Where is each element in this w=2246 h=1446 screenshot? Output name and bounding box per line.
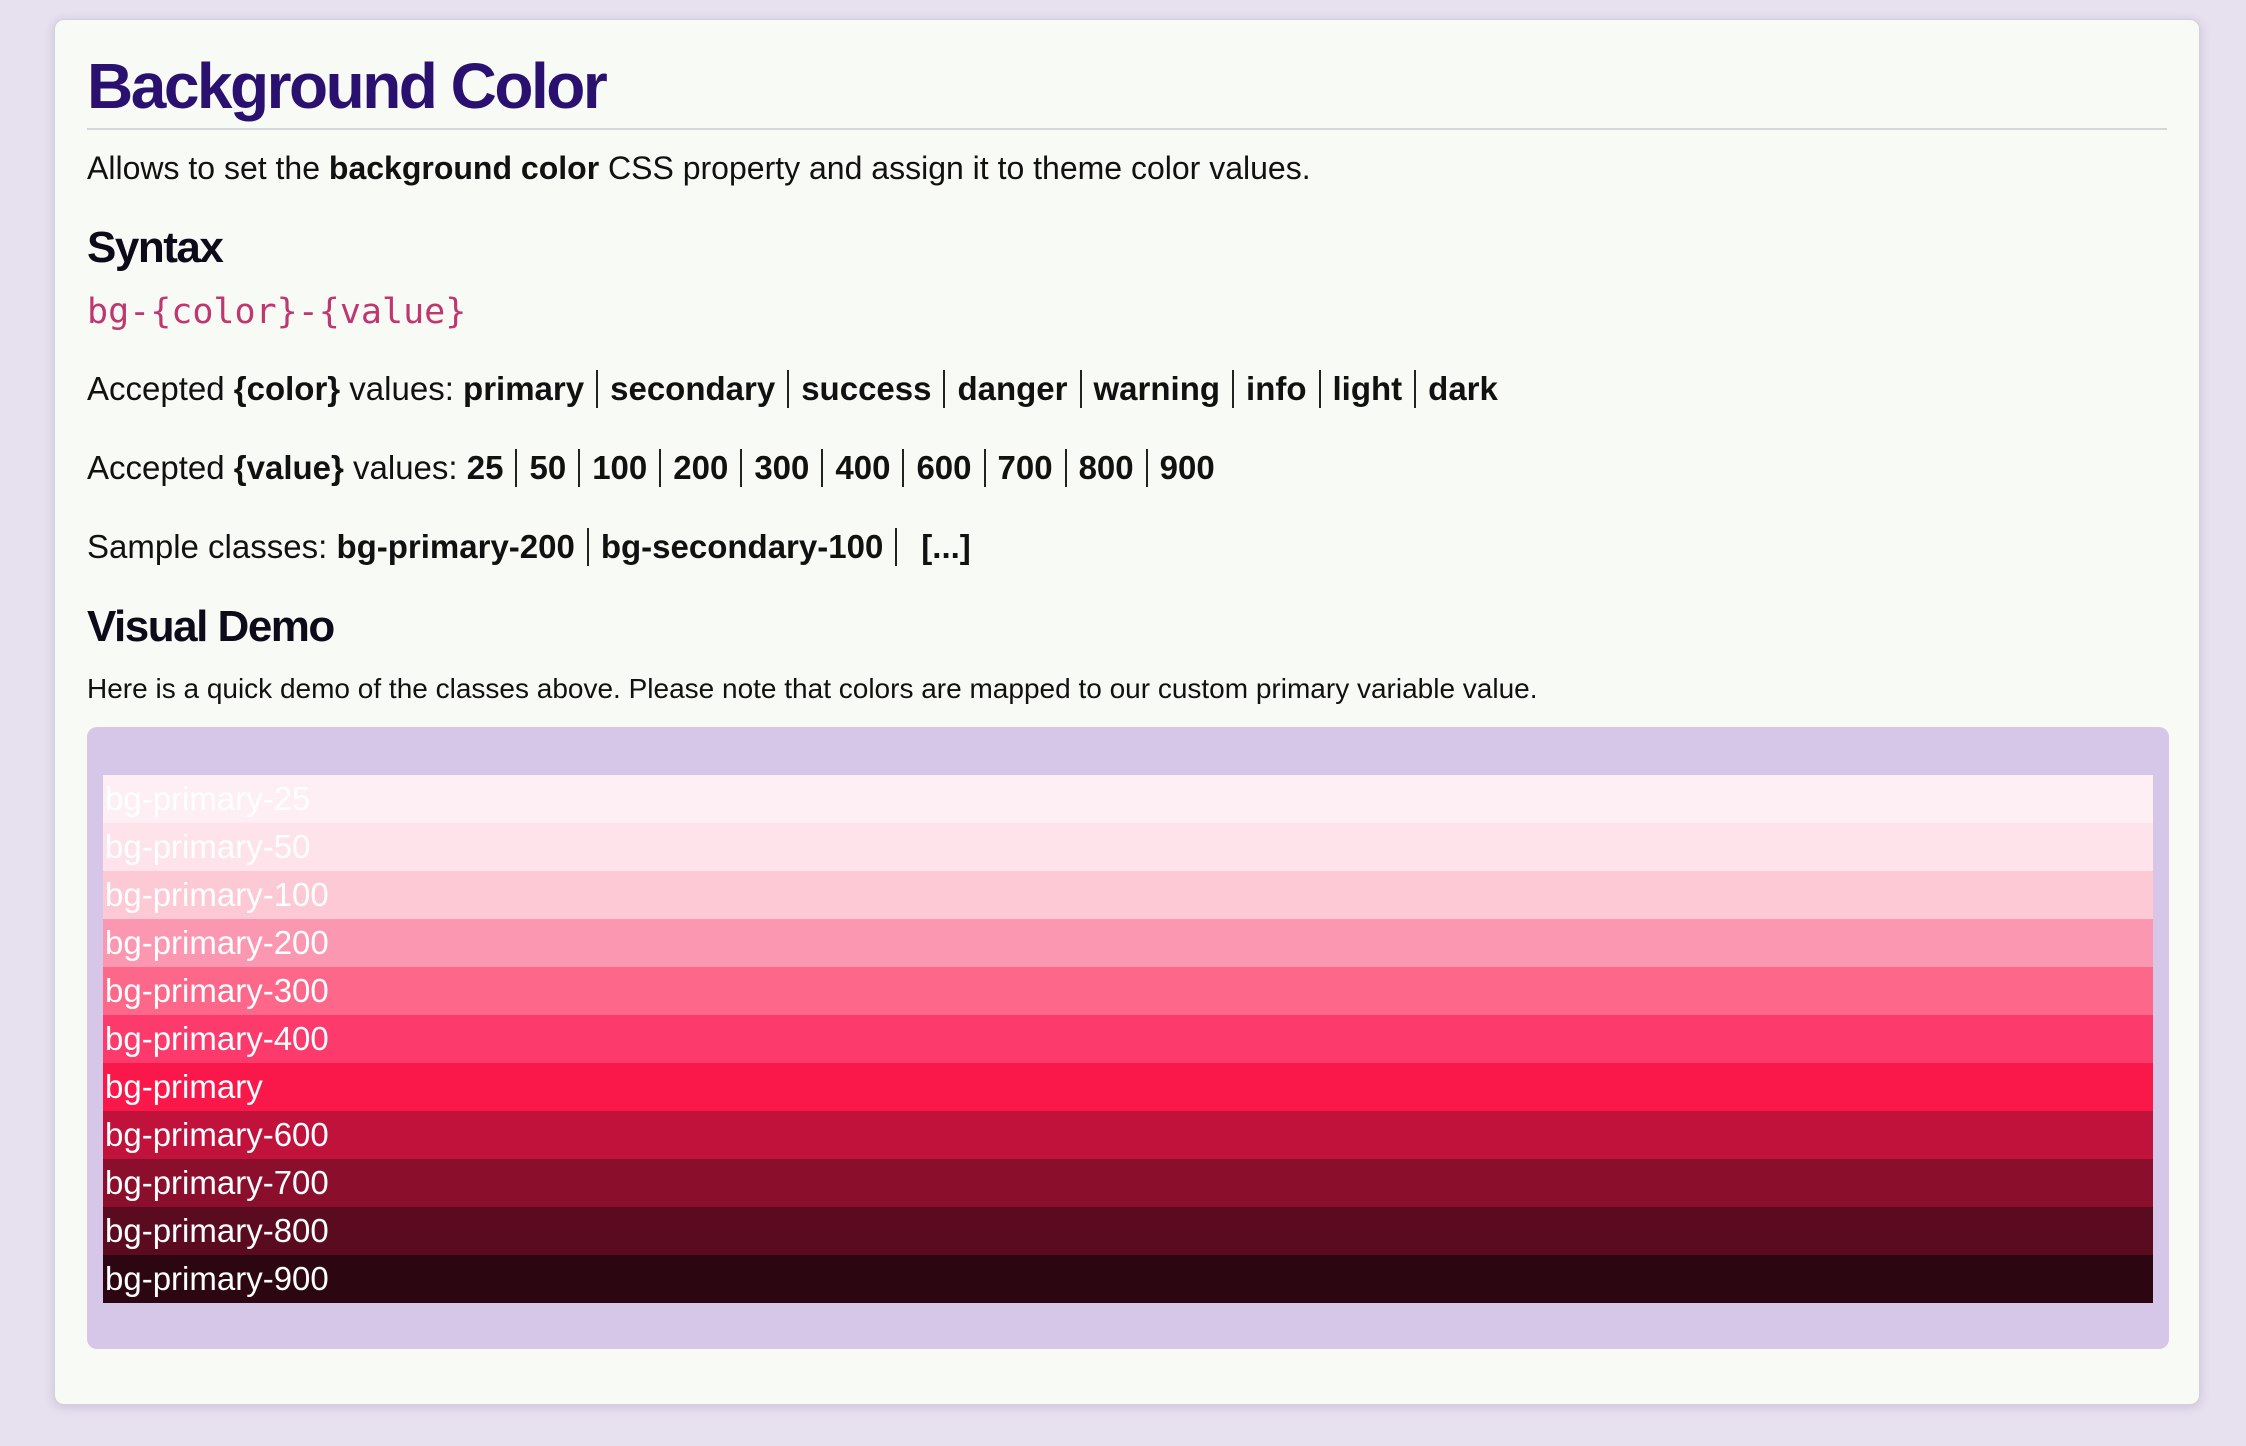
intro-after: CSS property and assign it to theme colo… <box>599 150 1311 186</box>
accepted-color-prefix: Accepted <box>87 369 234 407</box>
sample-classes-label: Sample classes: <box>87 527 337 565</box>
accepted-value-token: {value} <box>233 448 344 486</box>
separator <box>578 448 581 487</box>
separator <box>586 527 589 566</box>
color-value-0: primary <box>463 369 585 407</box>
accepted-value-prefix: Accepted <box>87 448 234 486</box>
value-value-6: 600 <box>916 448 972 486</box>
separator <box>1079 369 1082 408</box>
intro-bold: background color <box>328 150 600 186</box>
value-value-8: 800 <box>1078 448 1134 486</box>
separator <box>515 448 518 487</box>
separator <box>1318 369 1321 408</box>
value-value-7: 700 <box>997 448 1053 486</box>
separator <box>943 369 946 408</box>
accepted-color-suffix: values: <box>340 369 464 407</box>
color-swatch: bg-primary-50 <box>103 823 2153 872</box>
separator <box>821 448 824 487</box>
color-swatch: bg-primary-800 <box>103 1207 2153 1256</box>
color-value-2: success <box>801 369 932 407</box>
value-value-3: 200 <box>673 448 729 486</box>
color-value-1: secondary <box>610 369 776 407</box>
value-value-1: 50 <box>529 448 567 486</box>
separator <box>596 369 599 408</box>
color-swatch: bg-primary-900 <box>103 1255 2153 1304</box>
separator <box>659 448 662 487</box>
intro-before: Allows to set the <box>87 150 329 186</box>
accepted-color-token: {color} <box>233 369 341 407</box>
value-value-9: 900 <box>1159 448 1215 486</box>
visual-demo-box: bg-primary-25 bg-primary-50 bg-primary-100… <box>87 727 2169 1350</box>
color-value-7: dark <box>1428 369 1498 407</box>
sample-classes-values: bg-primary-200 bg-secondary-100 [...] <box>336 527 971 566</box>
visual-demo-heading: Visual Demo <box>87 601 335 651</box>
color-swatch: bg-primary-25 <box>103 775 2153 824</box>
page-title: Background Color <box>87 54 2167 130</box>
color-value-4: warning <box>1093 369 1221 407</box>
sample-classes-more: [...] <box>921 527 971 565</box>
sample-class-0: bg-primary-200 <box>336 527 575 565</box>
color-swatch: bg-primary-300 <box>103 967 2153 1016</box>
accepted-value-values: 25 50 100 200 300 400 600 700 800 900 <box>466 448 1215 487</box>
separator <box>1064 448 1067 487</box>
separator <box>1232 369 1235 408</box>
color-swatch: bg-primary-200 <box>103 919 2153 968</box>
accepted-color-values: primary secondary success danger warning info… <box>463 369 1498 408</box>
color-value-3: danger <box>957 369 1068 407</box>
value-value-5: 400 <box>835 448 891 486</box>
color-swatch: bg-primary-600 <box>103 1111 2153 1160</box>
sample-class-1: bg-secondary-100 <box>600 527 884 565</box>
color-swatch: bg-primary-400 <box>103 1015 2153 1064</box>
color-swatch: bg-primary-700 <box>103 1159 2153 1208</box>
separator <box>983 448 986 487</box>
separator <box>740 448 743 487</box>
visual-demo-description: Here is a quick demo of the classes abov… <box>87 673 1538 705</box>
syntax-pattern: bg-{color}-{value} <box>87 291 467 332</box>
separator <box>902 448 905 487</box>
color-swatch: bg-primary-100 <box>103 871 2153 920</box>
color-value-5: info <box>1246 369 1307 407</box>
value-value-2: 100 <box>592 448 648 486</box>
accepted-value-suffix: values: <box>343 448 467 486</box>
content-card: Background Color Allows to set the backg… <box>54 19 2200 1405</box>
separator <box>1414 369 1417 408</box>
value-value-4: 300 <box>754 448 810 486</box>
separator <box>1145 448 1148 487</box>
color-value-6: light <box>1332 369 1403 407</box>
sample-classes-line: Sample classes: bg-primary-200 bg-seconda… <box>87 526 2167 569</box>
value-value-0: 25 <box>466 448 504 486</box>
syntax-heading: Syntax <box>87 222 224 272</box>
separator <box>895 527 898 566</box>
accepted-color-line: Accepted {color} values: primary secondar… <box>87 368 2167 411</box>
accepted-value-line: Accepted {value} values: 25 50 100 200 300 40… <box>87 447 2167 490</box>
intro-text: Allows to set the background color CSS p… <box>87 148 2167 190</box>
separator <box>787 369 790 408</box>
color-swatch: bg-primary <box>103 1063 2153 1112</box>
